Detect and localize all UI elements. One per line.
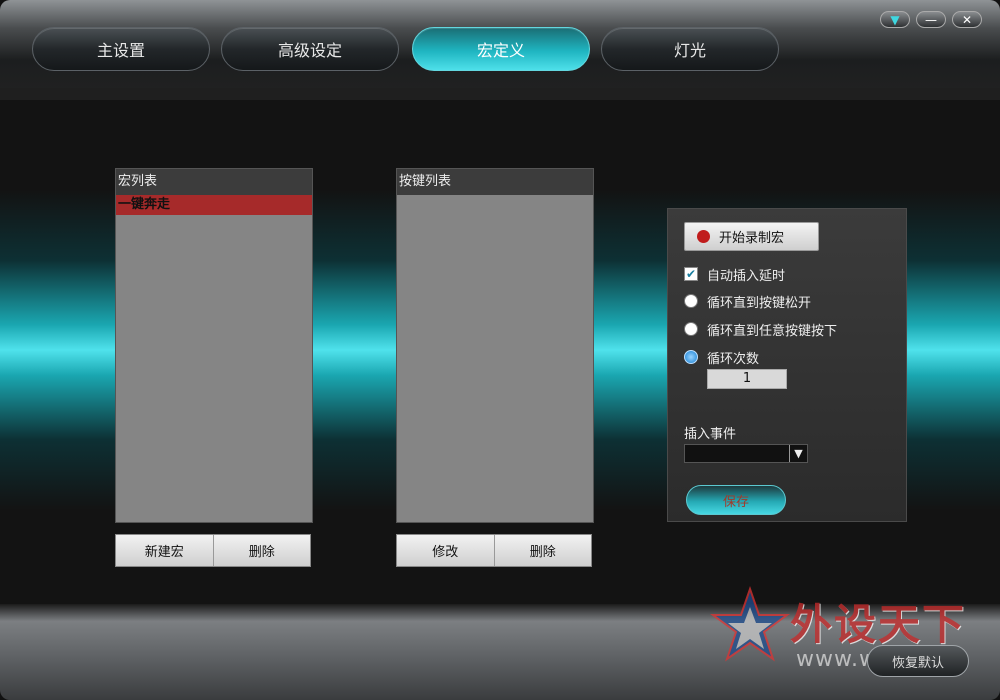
watermark-star-icon [709,585,791,662]
key-list-buttons: 修改 删除 [396,534,592,567]
loop-until-any-key-radio[interactable] [684,322,698,336]
tab-lighting[interactable]: 灯光 [601,27,779,71]
chevron-down-icon[interactable]: ▼ [789,445,807,462]
loop-count-option[interactable]: 循环次数 [684,348,760,367]
loop-until-release-label: 循环直到按键松开 [707,295,812,311]
header-divider [0,88,1000,100]
loop-until-release-option[interactable]: 循环直到按键松开 [684,292,812,311]
close-button[interactable]: ✕ [952,11,982,28]
start-recording-button[interactable]: 开始录制宏 [684,222,819,251]
loop-count-radio[interactable] [684,350,698,364]
tab-main-settings[interactable]: 主设置 [32,27,210,71]
loop-until-release-radio[interactable] [684,294,698,308]
minimize-button[interactable]: — [916,11,946,28]
macro-list-panel: 宏列表 一键奔走 [115,168,313,523]
macro-list-buttons: 新建宏 删除 [115,534,311,567]
watermark-text: 外设天下 [790,600,967,649]
macro-list-item[interactable]: 一键奔走 [116,195,312,215]
save-button[interactable]: 保存 [686,485,786,515]
start-recording-label: 开始录制宏 [719,231,785,246]
macro-list-title: 宏列表 [116,169,312,195]
loop-until-any-key-label: 循环直到任意按键按下 [707,323,838,339]
restore-defaults-button[interactable]: 恢复默认 [867,645,969,677]
menu-dropdown-icon[interactable]: ▼ [880,11,910,28]
new-macro-button[interactable]: 新建宏 [116,535,214,566]
insert-event-select[interactable]: ▼ [684,444,808,463]
record-icon [697,230,710,243]
insert-event-label: 插入事件 [684,427,737,442]
key-list-panel: 按键列表 [396,168,594,523]
loop-count-label: 循环次数 [707,351,760,367]
app-window: 主设置 高级设定 宏定义 灯光 ▼ — ✕ 宏列表 一键奔走 新建宏 删除 按键… [0,0,1000,700]
delete-key-button[interactable]: 删除 [494,535,591,566]
loop-count-input[interactable]: 1 [707,369,787,389]
tab-advanced-settings[interactable]: 高级设定 [221,27,399,71]
modify-key-button[interactable]: 修改 [397,535,495,566]
tab-macro-definition[interactable]: 宏定义 [412,27,590,71]
auto-delay-label: 自动插入延时 [707,268,786,284]
key-list-title: 按键列表 [397,169,593,195]
auto-delay-checkbox[interactable]: ✔ [684,267,698,281]
auto-delay-option[interactable]: ✔ 自动插入延时 [684,265,786,284]
loop-until-any-key-option[interactable]: 循环直到任意按键按下 [684,320,838,339]
delete-macro-button[interactable]: 删除 [213,535,310,566]
macro-options-panel: 开始录制宏 ✔ 自动插入延时 循环直到按键松开 循环直到任意按键按下 循环次数 … [667,208,907,522]
